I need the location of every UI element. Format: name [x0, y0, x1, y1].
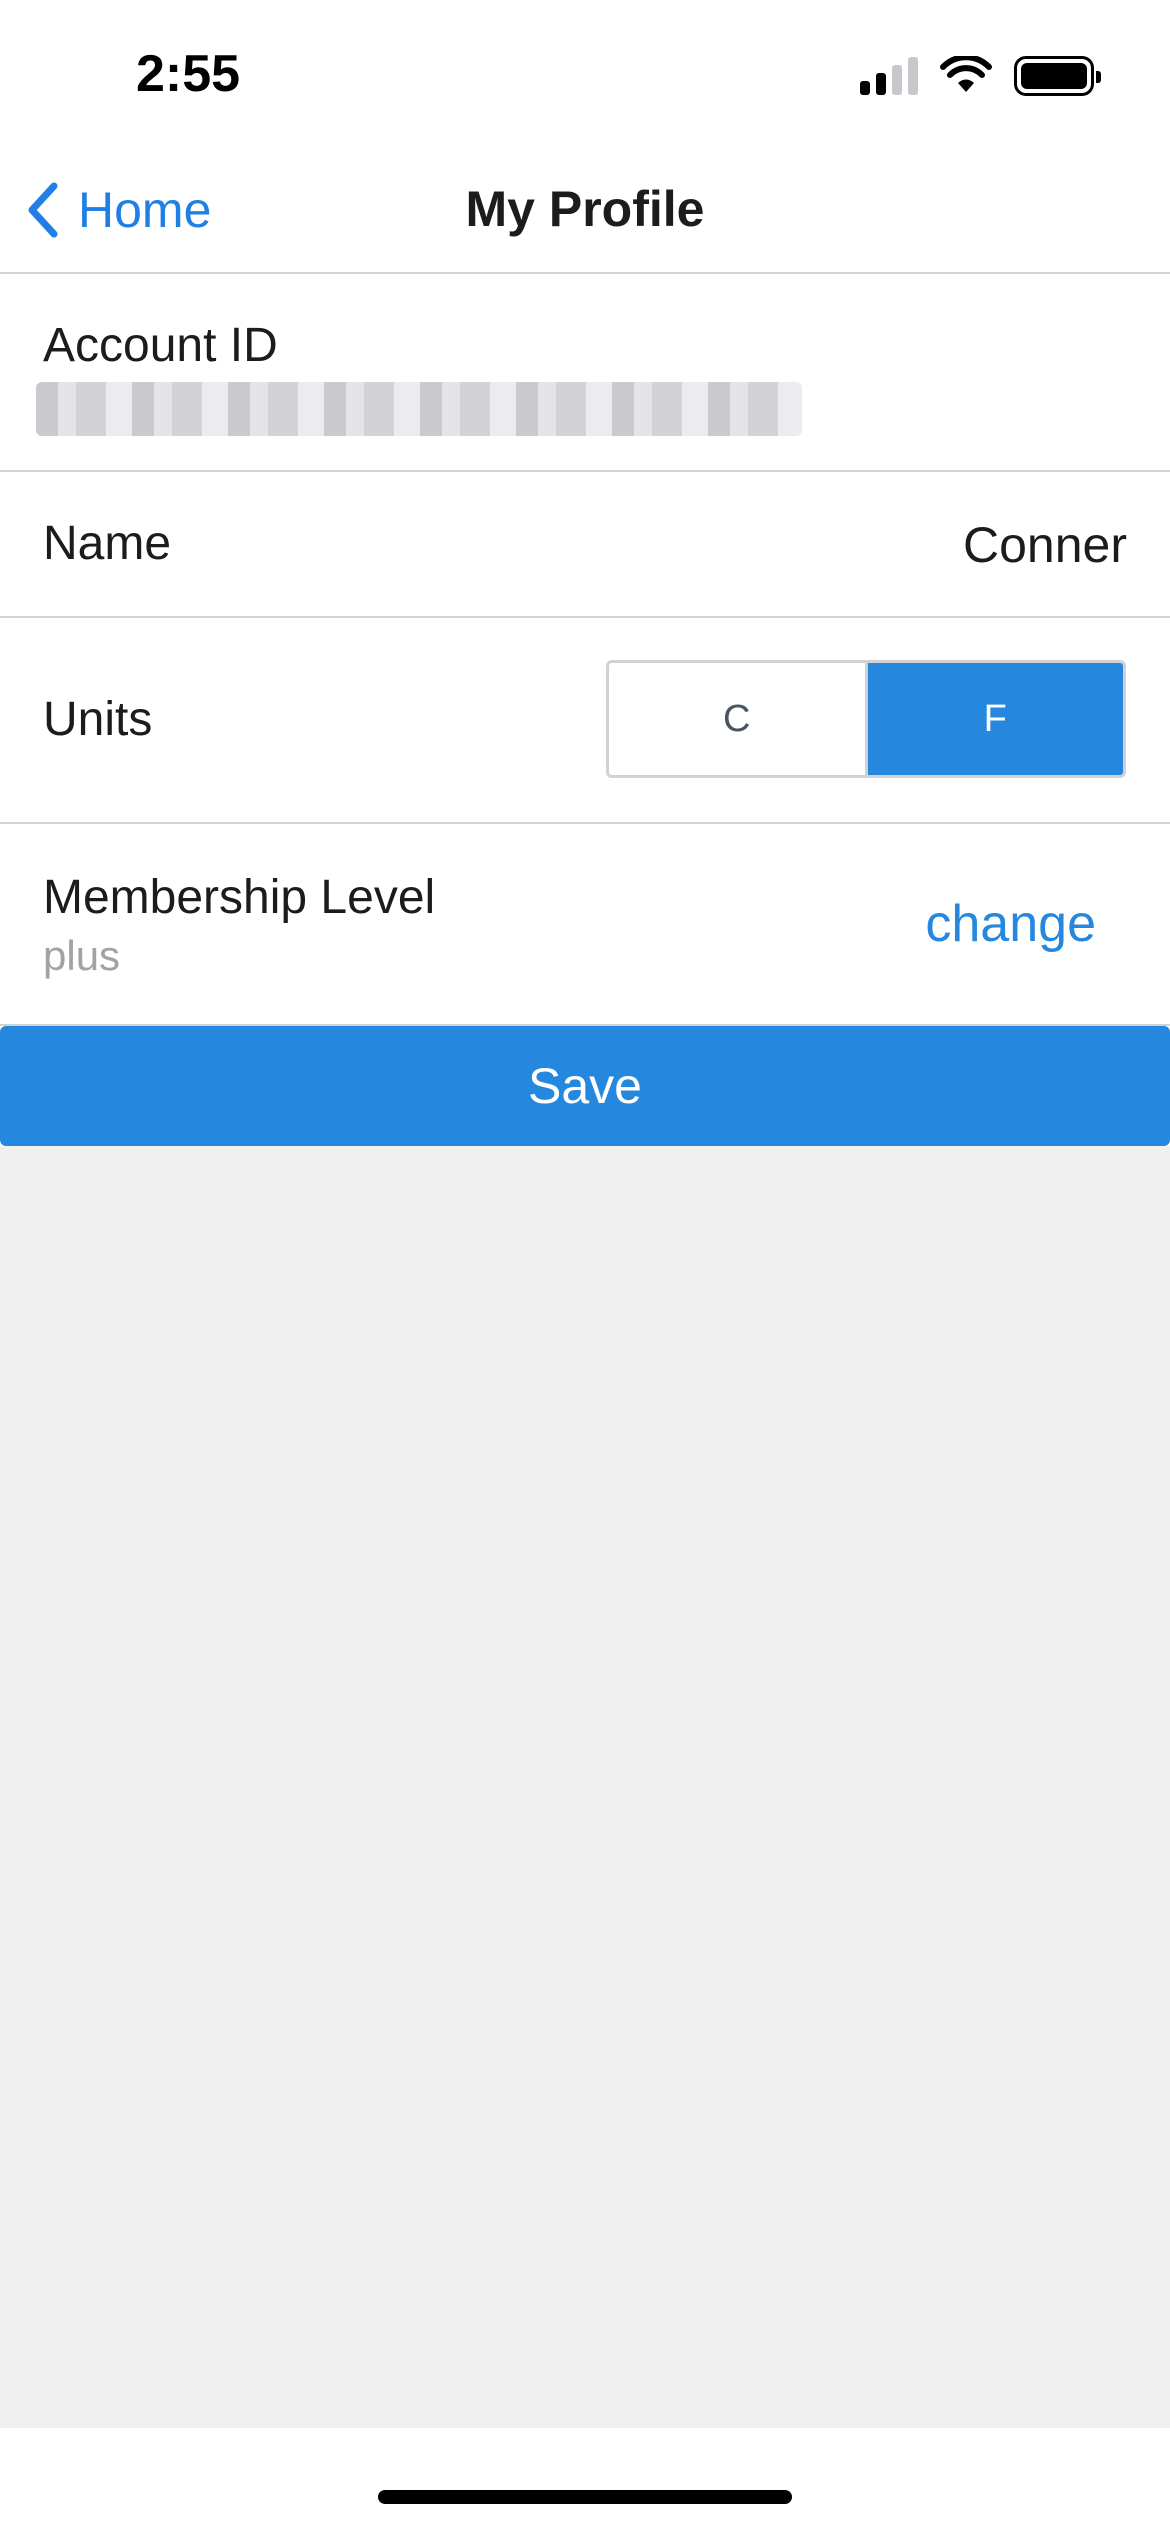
empty-content-area — [0, 1146, 1170, 2428]
status-icons — [860, 56, 1101, 96]
name-value[interactable]: Conner — [963, 516, 1127, 574]
page-title: My Profile — [465, 181, 705, 237]
wifi-icon — [940, 56, 992, 92]
membership-value: plus — [43, 932, 121, 979]
units-label: Units — [43, 693, 153, 746]
membership-label: Membership Level — [43, 871, 436, 924]
units-row: Units C F — [0, 618, 1170, 824]
home-indicator-area — [0, 2428, 1170, 2532]
status-bar: 2:55 — [0, 0, 1170, 150]
name-label: Name — [43, 517, 172, 570]
navigation-bar: Home My Profile — [0, 150, 1170, 274]
units-option-f[interactable]: F — [867, 663, 1123, 775]
units-option-c[interactable]: C — [609, 663, 868, 775]
membership-row: Membership Level plus change — [0, 824, 1170, 1026]
cellular-signal-icon — [860, 57, 918, 95]
account-id-row: Account ID — [0, 274, 1170, 472]
name-row[interactable]: Name Conner — [0, 472, 1170, 618]
change-membership-link[interactable]: change — [925, 894, 1096, 954]
save-button[interactable]: Save — [0, 1026, 1170, 1146]
account-id-label: Account ID — [43, 319, 278, 372]
battery-icon — [1014, 56, 1101, 96]
status-time: 2:55 — [136, 45, 241, 103]
home-indicator[interactable] — [378, 2490, 792, 2504]
account-id-value-redacted — [36, 382, 802, 436]
units-segmented-control[interactable]: C F — [606, 660, 1126, 778]
